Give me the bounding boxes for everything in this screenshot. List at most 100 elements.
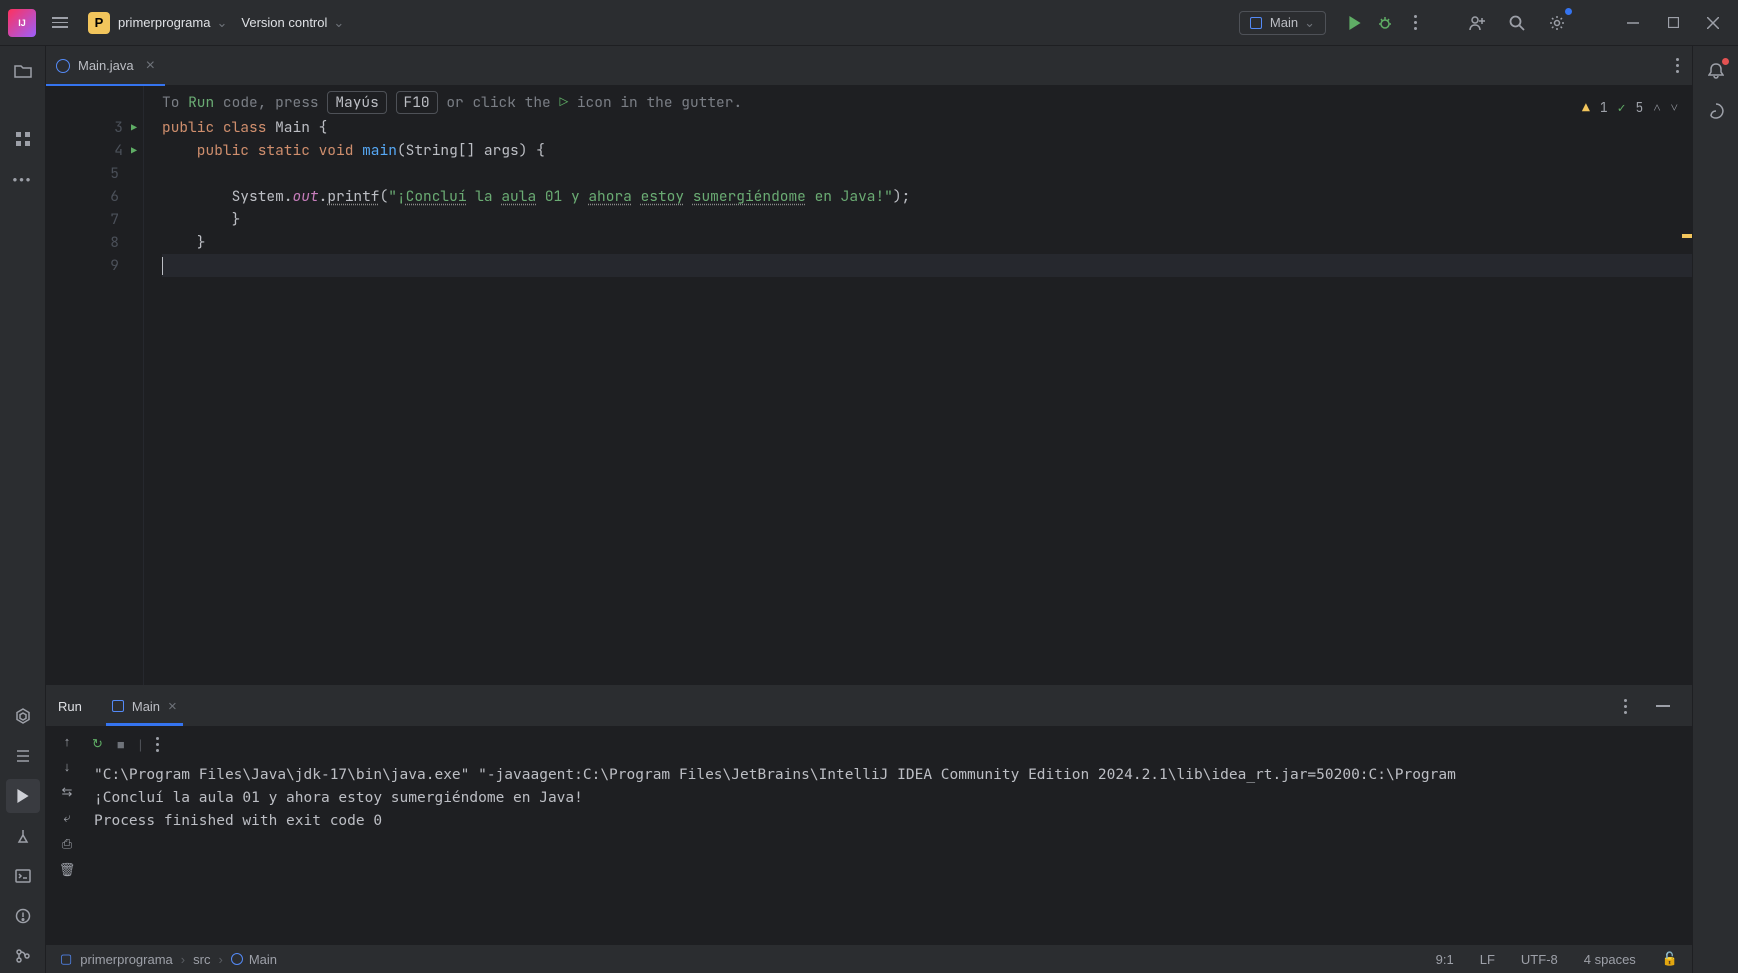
kw: public: [162, 118, 214, 137]
breadcrumb-item[interactable]: primerprograma: [80, 952, 172, 967]
structure-tool-icon[interactable]: [6, 122, 40, 156]
more-tool-icon[interactable]: •••: [6, 162, 40, 196]
breadcrumb[interactable]: ▢ primerprograma › src › Main: [60, 951, 277, 967]
indent[interactable]: 4 spaces: [1584, 952, 1636, 967]
classname: Main: [275, 118, 310, 137]
close-button[interactable]: [1696, 8, 1730, 38]
encoding[interactable]: UTF-8: [1521, 952, 1558, 967]
str: ahora: [588, 187, 632, 206]
problems-tool-icon[interactable]: [6, 899, 40, 933]
chevron-down-icon[interactable]: ⌄: [216, 15, 227, 31]
hint-text: To: [162, 93, 188, 112]
tab-main-java[interactable]: Main.java ×: [46, 46, 165, 86]
run-config-selector[interactable]: Main ⌄: [1239, 11, 1326, 35]
method: main: [362, 141, 397, 160]
code-with-me-icon[interactable]: [1460, 8, 1494, 38]
more-icon[interactable]: [156, 737, 159, 752]
breadcrumb-item[interactable]: src: [193, 952, 210, 967]
minimize-button[interactable]: [1616, 8, 1650, 38]
close-tab-icon[interactable]: ×: [146, 57, 155, 75]
hint-text: icon in the gutter.: [568, 93, 742, 112]
build-tool-icon[interactable]: [6, 819, 40, 853]
bookmarks-tool-icon[interactable]: [6, 739, 40, 773]
str: sumergiéndome: [693, 187, 806, 206]
run-toolbar: ↑ ↓ ⇆ ⤶ ⎙ 🗑: [46, 726, 88, 945]
run-config-label: Main: [1270, 15, 1298, 30]
line-number: 6: [110, 185, 119, 208]
settings-icon[interactable]: [1540, 8, 1574, 38]
kbd-shift: Mayús: [327, 91, 387, 114]
maximize-button[interactable]: [1656, 8, 1690, 38]
str: en Java!": [806, 187, 893, 206]
code-area[interactable]: To Run code, press Mayús F10 or click th…: [144, 86, 1692, 685]
run-gutter-icon[interactable]: ▶: [131, 116, 137, 139]
paren: (: [380, 187, 389, 206]
chevron-down-icon: ⌄: [1304, 15, 1315, 31]
line-number: 8: [110, 231, 119, 254]
field: out: [293, 187, 319, 206]
services-tool-icon[interactable]: [6, 699, 40, 733]
gutter: 3▶ 4▶ 5 6 7 8 9: [46, 86, 144, 685]
hint-run: Run: [188, 93, 214, 112]
project-tool-icon[interactable]: [6, 54, 40, 88]
class-icon: [56, 59, 70, 73]
run-tab-label: Main: [132, 699, 160, 714]
str: [632, 187, 641, 206]
kw: static: [249, 141, 319, 160]
notifications-icon[interactable]: [1699, 54, 1733, 88]
search-icon[interactable]: [1500, 8, 1534, 38]
tab-options-icon[interactable]: [1662, 58, 1692, 73]
line-ending[interactable]: LF: [1480, 952, 1495, 967]
chevron-down-icon[interactable]: ⌄: [333, 15, 344, 31]
titlebar: IJ P primerprograma ⌄ Version control ⌄ …: [0, 0, 1738, 46]
run-tab-main[interactable]: Main ×: [106, 686, 183, 726]
str: la: [467, 187, 502, 206]
brace: }: [162, 210, 240, 229]
brace: }: [162, 233, 206, 252]
hide-panel-icon[interactable]: [1646, 691, 1680, 721]
trash-icon[interactable]: 🗑: [59, 862, 76, 878]
brace: {: [310, 118, 327, 137]
status-bar: ▢ primerprograma › src › Main 9:1 LF UTF…: [46, 945, 1692, 973]
stop-icon[interactable]: ■: [117, 737, 125, 752]
run-panel-title: Run: [58, 699, 82, 714]
code-editor[interactable]: ▲1 ✓5 ˄ ˅ 3▶ 4▶ 5 6 7 8 9 To Run code, p…: [46, 86, 1692, 685]
breadcrumb-item[interactable]: Main: [249, 952, 277, 967]
run-gutter-icon[interactable]: ▶: [131, 139, 137, 162]
kw: public: [162, 141, 249, 160]
version-control-menu[interactable]: Version control: [241, 15, 327, 30]
soft-wrap-icon[interactable]: ⤶: [63, 810, 70, 826]
str: Concluí: [406, 187, 467, 206]
hint-text: code, press: [214, 93, 327, 112]
run-config-icon: [1250, 17, 1262, 29]
play-icon: ▷: [559, 93, 568, 112]
run-tool-icon[interactable]: [6, 779, 40, 813]
down-icon[interactable]: ↓: [64, 759, 71, 774]
vcs-tool-icon[interactable]: [6, 939, 40, 973]
print-icon[interactable]: ⎙: [62, 836, 72, 852]
str: aula: [501, 187, 536, 206]
kw: class: [214, 118, 275, 137]
rerun-icon[interactable]: ↻: [92, 736, 103, 752]
project-name[interactable]: primerprograma: [118, 15, 210, 30]
line-number: 4: [114, 139, 123, 162]
close-tab-icon[interactable]: ×: [168, 698, 177, 715]
up-icon[interactable]: ↑: [64, 734, 71, 749]
ai-assistant-icon[interactable]: [1699, 94, 1733, 128]
editor-tabs: Main.java ×: [46, 46, 1692, 86]
more-actions-icon[interactable]: [1400, 15, 1430, 30]
terminal-tool-icon[interactable]: [6, 859, 40, 893]
run-config-icon: [112, 700, 124, 712]
run-panel-options-icon[interactable]: [1610, 699, 1640, 714]
cursor-position[interactable]: 9:1: [1436, 952, 1454, 967]
debug-button[interactable]: [1370, 15, 1400, 31]
hamburger-menu-icon[interactable]: [46, 11, 74, 34]
run-panel-tabs: Run Main ×: [46, 686, 1692, 726]
readonly-lock-icon[interactable]: 🔓: [1662, 951, 1678, 967]
filter-icon[interactable]: ⇆: [62, 784, 73, 800]
console-output[interactable]: "C:\Program Files\Java\jdk-17\bin\java.e…: [88, 762, 1692, 945]
console-line: "C:\Program Files\Java\jdk-17\bin\java.e…: [94, 764, 1686, 787]
right-tool-strip: [1692, 46, 1738, 973]
run-button[interactable]: [1340, 16, 1370, 30]
hint-text: or click the: [438, 93, 560, 112]
